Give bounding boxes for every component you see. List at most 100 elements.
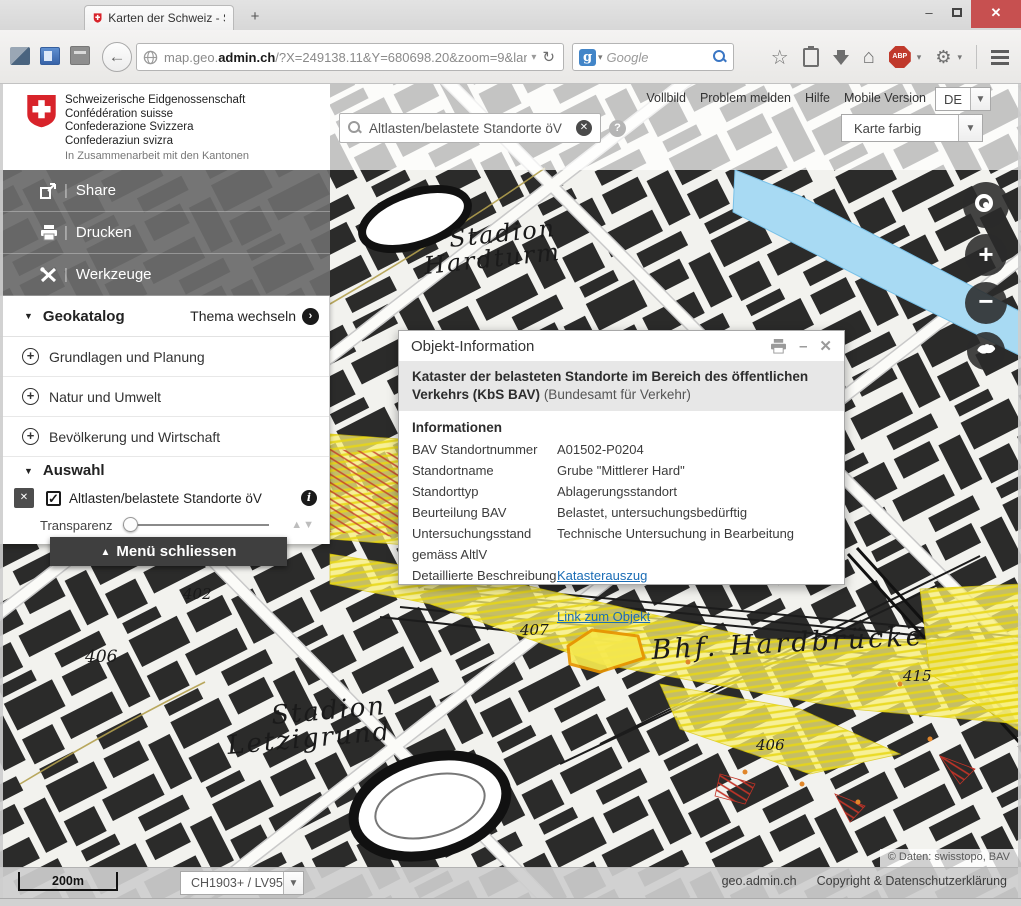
window-titlebar: Karten der Schweiz - Schweize... + – ✕ — [0, 0, 1021, 30]
informationen-heading: Informationen — [412, 420, 831, 435]
geoadmin-link[interactable]: geo.admin.ch — [722, 874, 797, 888]
expand-plus-icon: + — [22, 428, 39, 445]
print-icon[interactable] — [770, 339, 787, 354]
window-minimize-button[interactable]: – — [915, 0, 943, 28]
chevron-down-icon: ▼ — [970, 88, 990, 110]
window-frame-left — [0, 84, 3, 898]
layer-checkbox[interactable]: ✓ — [46, 491, 61, 506]
home-icon[interactable]: ⌂ — [863, 46, 875, 69]
url-dropdown-icon[interactable]: ▾ — [527, 52, 540, 63]
globe-icon — [143, 50, 158, 65]
header-links: Vollbild Problem melden Hilfe Mobile Ver… — [646, 91, 926, 105]
catalog-item-natur[interactable]: + Natur und Umwelt — [0, 377, 329, 417]
close-icon[interactable]: ✕ — [819, 337, 832, 355]
language-select[interactable]: DE ▼ — [935, 87, 991, 111]
link-hilfe[interactable]: Hilfe — [805, 91, 830, 105]
app-header: Schweizerische EidgenossenschaftConfédér… — [0, 84, 1021, 170]
footer-bar: 200m CH1903+ / LV95 ▼ geo.admin.ch Copyr… — [0, 867, 1021, 898]
zoom-out-button[interactable]: − — [965, 282, 1007, 324]
maximize-icon — [952, 8, 962, 17]
layer-info-icon[interactable]: i — [301, 490, 317, 506]
addon-icon-1[interactable] — [10, 47, 30, 65]
printer-icon — [36, 225, 62, 241]
window-frame-bottom — [0, 898, 1021, 906]
swiss-shield-icon — [26, 93, 57, 128]
thema-wechseln-link[interactable]: Thema wechseln › — [190, 308, 319, 325]
browser-tab[interactable]: Karten der Schweiz - Schweize... — [84, 5, 234, 30]
browser-window: Karten der Schweiz - Schweize... + – ✕ ←… — [0, 0, 1021, 906]
auswahl-label: Auswahl — [43, 462, 105, 479]
expand-plus-icon: + — [22, 348, 39, 365]
popup-title: Objekt-Information — [411, 338, 770, 355]
elevation-406: 406 — [84, 647, 118, 667]
reload-icon[interactable]: ↻ — [540, 48, 557, 66]
geolocate-button[interactable] — [963, 182, 1009, 228]
map-search-input[interactable]: Altlasten/belastete Standorte öV ✕ — [339, 113, 601, 143]
close-menu-button[interactable]: ▲Menü schliessen — [50, 537, 287, 566]
downloads-icon[interactable] — [833, 55, 849, 65]
layer-down-icon[interactable]: ▼ — [303, 519, 315, 531]
zoom-to-switzerland-button[interactable] — [967, 332, 1005, 370]
elevation-415: 415 — [902, 667, 932, 685]
bookmarks-menu-icon[interactable] — [803, 48, 819, 67]
layer-up-icon[interactable]: ▲ — [291, 519, 303, 531]
object-info-popup: Objekt-Information – ✕ Kataster der bela… — [398, 330, 845, 585]
link-vollbild[interactable]: Vollbild — [646, 91, 686, 105]
tab-title: Karten der Schweiz - Schweize... — [108, 11, 225, 25]
arrow-right-circle-icon: › — [302, 308, 319, 325]
browser-toolbar: ← map.geo.admin.ch/?X=249138.11&Y=680698… — [0, 30, 1021, 84]
addon-icon-3[interactable] — [70, 46, 90, 65]
layer-name: Altlasten/belastete Standorte öV — [69, 491, 301, 506]
window-maximize-button[interactable] — [943, 0, 971, 28]
clear-search-button[interactable]: ✕ — [576, 120, 592, 136]
expand-plus-icon: + — [22, 388, 39, 405]
search-engine-caret-icon[interactable]: ▾ — [598, 52, 603, 63]
adblock-caret-icon[interactable]: ▾ — [917, 52, 922, 63]
bookmark-star-icon[interactable]: ☆ — [771, 45, 789, 70]
switzerland-outline-icon — [975, 341, 997, 355]
minimize-icon[interactable]: – — [799, 338, 807, 355]
auswahl-section[interactable]: ▼ Auswahl — [0, 457, 329, 484]
link-zum-objekt[interactable]: Link zum Objekt — [557, 609, 650, 624]
catalog-item-bevoelkerung[interactable]: + Bevölkerung und Wirtschaft — [0, 417, 329, 457]
search-help-button[interactable]: ? — [609, 120, 626, 137]
search-go-icon[interactable] — [713, 50, 727, 64]
share-label: Share — [76, 182, 116, 199]
addon-icon-2[interactable] — [40, 47, 60, 65]
werkzeuge-label: Werkzeuge — [76, 266, 152, 283]
window-close-button[interactable]: ✕ — [971, 0, 1021, 28]
sidebar-item-drucken[interactable]: | Drucken — [0, 212, 330, 254]
collapse-triangle-icon: ▼ — [24, 311, 33, 321]
chevron-down-icon: ▼ — [283, 872, 303, 894]
geokatalog-section[interactable]: ▼ Geokatalog Thema wechseln › — [0, 296, 329, 337]
menu-hamburger-icon[interactable] — [991, 47, 1009, 68]
addon-gear-icon[interactable]: ⚙ — [935, 47, 951, 68]
url-bar[interactable]: map.geo.admin.ch/?X=249138.11&Y=680698.2… — [136, 43, 564, 71]
map-attribution[interactable]: © Daten: swisstopo, BAV — [880, 849, 1018, 867]
sidebar-item-werkzeuge[interactable]: | Werkzeuge — [0, 254, 330, 296]
sidebar-item-share[interactable]: | Share — [0, 170, 330, 212]
new-tab-button[interactable]: + — [242, 7, 268, 28]
slider-knob[interactable] — [123, 517, 138, 532]
tools-icon — [36, 267, 62, 283]
transparency-slider[interactable] — [123, 517, 269, 533]
back-button[interactable]: ← — [102, 42, 132, 72]
link-problem-melden[interactable]: Problem melden — [700, 91, 791, 105]
link-mobile-version[interactable]: Mobile Version — [844, 91, 926, 105]
catalog-item-grundlagen[interactable]: + Grundlagen und Planung — [0, 337, 329, 377]
active-layer-block: ✕ ✓ Altlasten/belastete Standorte öV i T… — [0, 484, 329, 544]
url-text: map.geo.admin.ch/?X=249138.11&Y=680698.2… — [164, 50, 527, 65]
copyright-link[interactable]: Copyright & Datenschutzerklärung — [817, 874, 1007, 888]
zoom-in-button[interactable]: + — [965, 234, 1007, 276]
katasterauszug-link[interactable]: Katasterauszug — [557, 568, 647, 583]
map-style-select[interactable]: Karte farbig ▼ — [841, 114, 983, 142]
projection-select[interactable]: CH1903+ / LV95 ▼ — [180, 871, 304, 895]
confederation-logo[interactable]: Schweizerische EidgenossenschaftConfédér… — [0, 84, 330, 170]
share-icon — [36, 183, 62, 199]
addon-caret-icon[interactable]: ▾ — [957, 52, 962, 63]
popup-header[interactable]: Objekt-Information – ✕ — [399, 331, 844, 357]
browser-search-bar[interactable]: g ▾ Google — [572, 43, 734, 71]
search-icon — [348, 121, 362, 135]
remove-layer-button[interactable]: ✕ — [14, 488, 34, 508]
adblock-icon[interactable]: ABP — [889, 46, 911, 68]
